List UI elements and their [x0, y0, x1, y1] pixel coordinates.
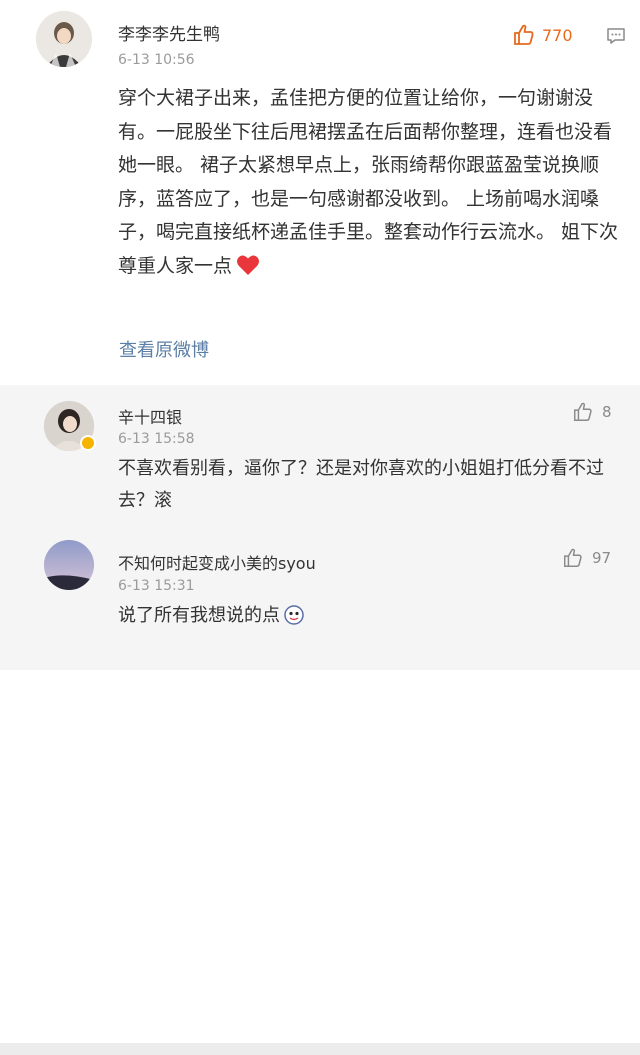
reply-body: 说了所有我想说的点: [118, 605, 280, 626]
thumbs-up-icon: [564, 548, 582, 567]
sticker-emoji-icon: [284, 605, 304, 625]
reply-like-button[interactable]: 8: [572, 401, 612, 423]
thumbs-up-icon: [514, 24, 534, 45]
reply-avatar[interactable]: [44, 540, 94, 590]
reply-like-button[interactable]: 97: [562, 547, 611, 569]
view-original-weibo-link[interactable]: 查看原微博: [119, 336, 209, 362]
reply-text: 不喜欢看别看，逼你了？还是对你喜欢的小姐姐打低分看不过去？滚: [118, 458, 604, 511]
reply-text: 说了所有我想说的点: [118, 600, 628, 632]
main-comment-body: 穿个大裙子出来，孟佳把方便的位置让给你，一句谢谢没有。一屁股坐下往后甩裙摆孟在后…: [118, 87, 619, 277]
comment-icon: [607, 28, 625, 44]
heart-emoji-icon: [237, 255, 260, 275]
replies-section: 辛十四银 6-13 15:58 8 不喜欢看别看，逼你了？还是对你喜欢的小姐姐打…: [0, 385, 640, 1055]
reply-timestamp: 6-13 15:31: [118, 578, 195, 594]
reply-timestamp: 6-13 15:58: [118, 431, 195, 447]
reply-like-count: 8: [602, 403, 612, 421]
avatar-illustration: [36, 11, 92, 67]
main-comment: 李李李先生鸭 6-13 10:56 770 穿个大裙子出来，孟佳把方便的位置让给…: [0, 0, 640, 385]
avatar-illustration: [44, 540, 94, 590]
verified-badge-icon: [80, 435, 96, 451]
main-avatar[interactable]: [36, 11, 92, 67]
reply-like-count: 97: [592, 549, 612, 567]
reply-username[interactable]: 不知何时起变成小美的syou: [118, 550, 316, 574]
main-comment-text: 穿个大裙子出来，孟佳把方便的位置让给你，一句谢谢没有。一屁股坐下往后甩裙摆孟在后…: [118, 82, 628, 283]
divider: [0, 1043, 640, 1055]
main-timestamp: 6-13 10:56: [118, 52, 195, 68]
comment-button[interactable]: [606, 27, 626, 49]
main-username[interactable]: 李李李先生鸭: [118, 20, 220, 45]
reply-username[interactable]: 辛十四银: [118, 404, 182, 428]
thumbs-up-icon: [574, 402, 592, 421]
main-like-count: 770: [542, 25, 573, 45]
main-like-button[interactable]: 770: [512, 23, 573, 47]
